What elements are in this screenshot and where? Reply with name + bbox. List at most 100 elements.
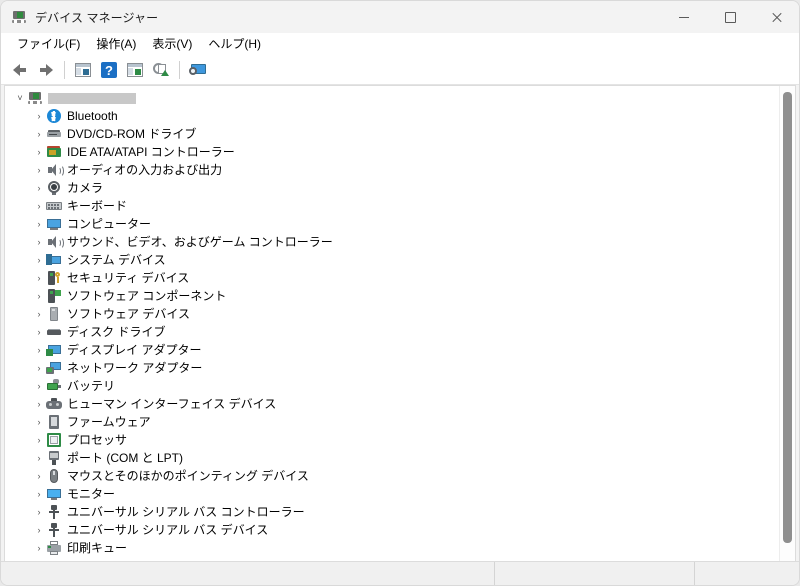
tree-item-ports-com-lpt[interactable]: › ポート (COM と LPT): [5, 449, 779, 467]
tree-item-label: バッテリ: [67, 379, 116, 393]
back-button[interactable]: [7, 58, 33, 82]
forward-button[interactable]: [33, 58, 59, 82]
tree-item-label: オーディオの入力および出力: [67, 163, 223, 177]
maximize-button[interactable]: [707, 1, 753, 33]
audio-speaker-icon: [46, 234, 64, 250]
chevron-right-icon[interactable]: ›: [32, 255, 46, 265]
scan-hardware-changes-button[interactable]: [185, 58, 211, 82]
properties-button[interactable]: [70, 58, 96, 82]
toolbar-separator-1: [64, 61, 65, 79]
chevron-right-icon[interactable]: ›: [32, 273, 46, 283]
chevron-right-icon[interactable]: ›: [32, 471, 46, 481]
tree-item-firmware[interactable]: › ファームウェア: [5, 413, 779, 431]
keyboard-icon: [46, 198, 62, 214]
computer-root-icon: [27, 90, 43, 106]
monitor-icon: [46, 486, 62, 502]
chevron-right-icon[interactable]: ›: [32, 399, 46, 409]
chevron-right-icon[interactable]: ›: [32, 309, 46, 319]
tree-item-label: 印刷キュー: [67, 541, 128, 555]
tree-item-monitors[interactable]: › モニター: [5, 485, 779, 503]
chevron-right-icon[interactable]: ›: [32, 507, 46, 517]
tree-item-software-devices[interactable]: › ソフトウェア デバイス: [5, 305, 779, 323]
tree-item-human-interface-devices[interactable]: › ヒューマン インターフェイス デバイス: [5, 395, 779, 413]
window-title: デバイス マネージャー: [35, 10, 159, 25]
chevron-right-icon[interactable]: ›: [32, 489, 46, 499]
port-connector-icon: [46, 450, 62, 466]
tree-item-label: ファームウェア: [67, 415, 151, 429]
status-pane-1: [1, 562, 494, 585]
status-pane-3: [694, 562, 799, 585]
chevron-down-icon[interactable]: ˅: [13, 93, 27, 103]
tree-item-disk-drives[interactable]: › ディスク ドライブ: [5, 323, 779, 341]
menu-help[interactable]: ヘルプ(H): [200, 33, 269, 55]
minimize-button[interactable]: [661, 1, 707, 33]
scrollbar-thumb[interactable]: [783, 92, 792, 543]
tree-item-label: ディスク ドライブ: [67, 325, 166, 339]
tree-item-keyboards[interactable]: › キーボード: [5, 197, 779, 215]
tree-root-node[interactable]: ˅: [5, 89, 779, 107]
menu-action[interactable]: 操作(A): [88, 33, 144, 55]
ide-controller-icon: [46, 144, 62, 160]
chevron-right-icon[interactable]: ›: [32, 291, 46, 301]
chevron-right-icon[interactable]: ›: [32, 327, 46, 337]
tree-item-batteries[interactable]: › バッテリ: [5, 377, 779, 395]
tree-item-usb-devices[interactable]: › ユニバーサル シリアル バス デバイス: [5, 521, 779, 539]
software-component-icon: [46, 288, 62, 304]
tree-item-sound-video-game-controllers[interactable]: › サウンド、ビデオ、およびゲーム コントローラー: [5, 233, 779, 251]
chevron-right-icon[interactable]: ›: [32, 111, 46, 121]
tree-item-ide-ata-atapi-controller[interactable]: › IDE ATA/ATAPI コントローラー: [5, 143, 779, 161]
chevron-right-icon[interactable]: ›: [32, 363, 46, 373]
tree-item-audio-inputs-outputs[interactable]: › オーディオの入力および出力: [5, 161, 779, 179]
chevron-right-icon[interactable]: ›: [32, 435, 46, 445]
chevron-right-icon[interactable]: ›: [32, 201, 46, 211]
chevron-right-icon[interactable]: ›: [32, 165, 46, 175]
printer-icon: [46, 540, 62, 556]
show-hidden-devices-button[interactable]: [122, 58, 148, 82]
update-driver-button[interactable]: [148, 58, 174, 82]
tree-item-label: カメラ: [67, 181, 104, 195]
chevron-right-icon[interactable]: ›: [32, 543, 46, 553]
tree-item-network-adapters[interactable]: › ネットワーク アダプター: [5, 359, 779, 377]
tree-item-processors[interactable]: › プロセッサ: [5, 431, 779, 449]
camera-icon: [46, 180, 62, 196]
chevron-right-icon[interactable]: ›: [32, 237, 46, 247]
chevron-right-icon[interactable]: ›: [32, 183, 46, 193]
chevron-right-icon[interactable]: ›: [32, 219, 46, 229]
chevron-right-icon[interactable]: ›: [32, 381, 46, 391]
tree-item-bluetooth[interactable]: › Bluetooth: [5, 107, 779, 125]
arrow-left-icon: [11, 61, 29, 79]
chevron-right-icon[interactable]: ›: [32, 525, 46, 535]
disk-drive-icon: [46, 324, 62, 340]
chevron-right-icon[interactable]: ›: [32, 129, 46, 139]
tree-item-label: システム デバイス: [67, 253, 166, 267]
tree-item-mice-other-pointing-devices[interactable]: › マウスとそのほかのポインティング デバイス: [5, 467, 779, 485]
tree-item-usb-controllers[interactable]: › ユニバーサル シリアル バス コントローラー: [5, 503, 779, 521]
tree-item-system-devices[interactable]: › システム デバイス: [5, 251, 779, 269]
chevron-right-icon[interactable]: ›: [32, 417, 46, 427]
chevron-right-icon[interactable]: ›: [32, 147, 46, 157]
tree-item-security-devices[interactable]: › セキュリティ デバイス: [5, 269, 779, 287]
menu-file[interactable]: ファイル(F): [9, 33, 88, 55]
tree-item-print-queues[interactable]: › 印刷キュー: [5, 539, 779, 557]
tree-item-label: モニター: [67, 487, 116, 501]
tree-item-label: IDE ATA/ATAPI コントローラー: [67, 145, 235, 159]
chevron-right-icon[interactable]: ›: [32, 453, 46, 463]
redacted-computer-name: [48, 93, 136, 105]
firmware-chip-icon: [46, 414, 62, 430]
tree-item-software-components[interactable]: › ソフトウェア コンポーネント: [5, 287, 779, 305]
software-device-icon: [46, 306, 62, 322]
tree-item-computer[interactable]: › コンピューター: [5, 215, 779, 233]
chevron-right-icon[interactable]: ›: [32, 345, 46, 355]
security-device-icon: [46, 270, 62, 286]
vertical-scrollbar[interactable]: [779, 86, 795, 561]
close-icon: [771, 12, 782, 23]
tree-item-dvd-cdrom-drive[interactable]: › DVD/CD-ROM ドライブ: [5, 125, 779, 143]
tree-item-cameras[interactable]: › カメラ: [5, 179, 779, 197]
status-pane-2: [494, 562, 694, 585]
tree-item-display-adapters[interactable]: › ディスプレイ アダプター: [5, 341, 779, 359]
menu-view[interactable]: 表示(V): [144, 33, 200, 55]
tree-item-label: ヒューマン インターフェイス デバイス: [67, 397, 277, 411]
hid-gamepad-icon: [46, 396, 62, 412]
help-button[interactable]: ?: [96, 58, 122, 82]
close-button[interactable]: [753, 1, 799, 33]
